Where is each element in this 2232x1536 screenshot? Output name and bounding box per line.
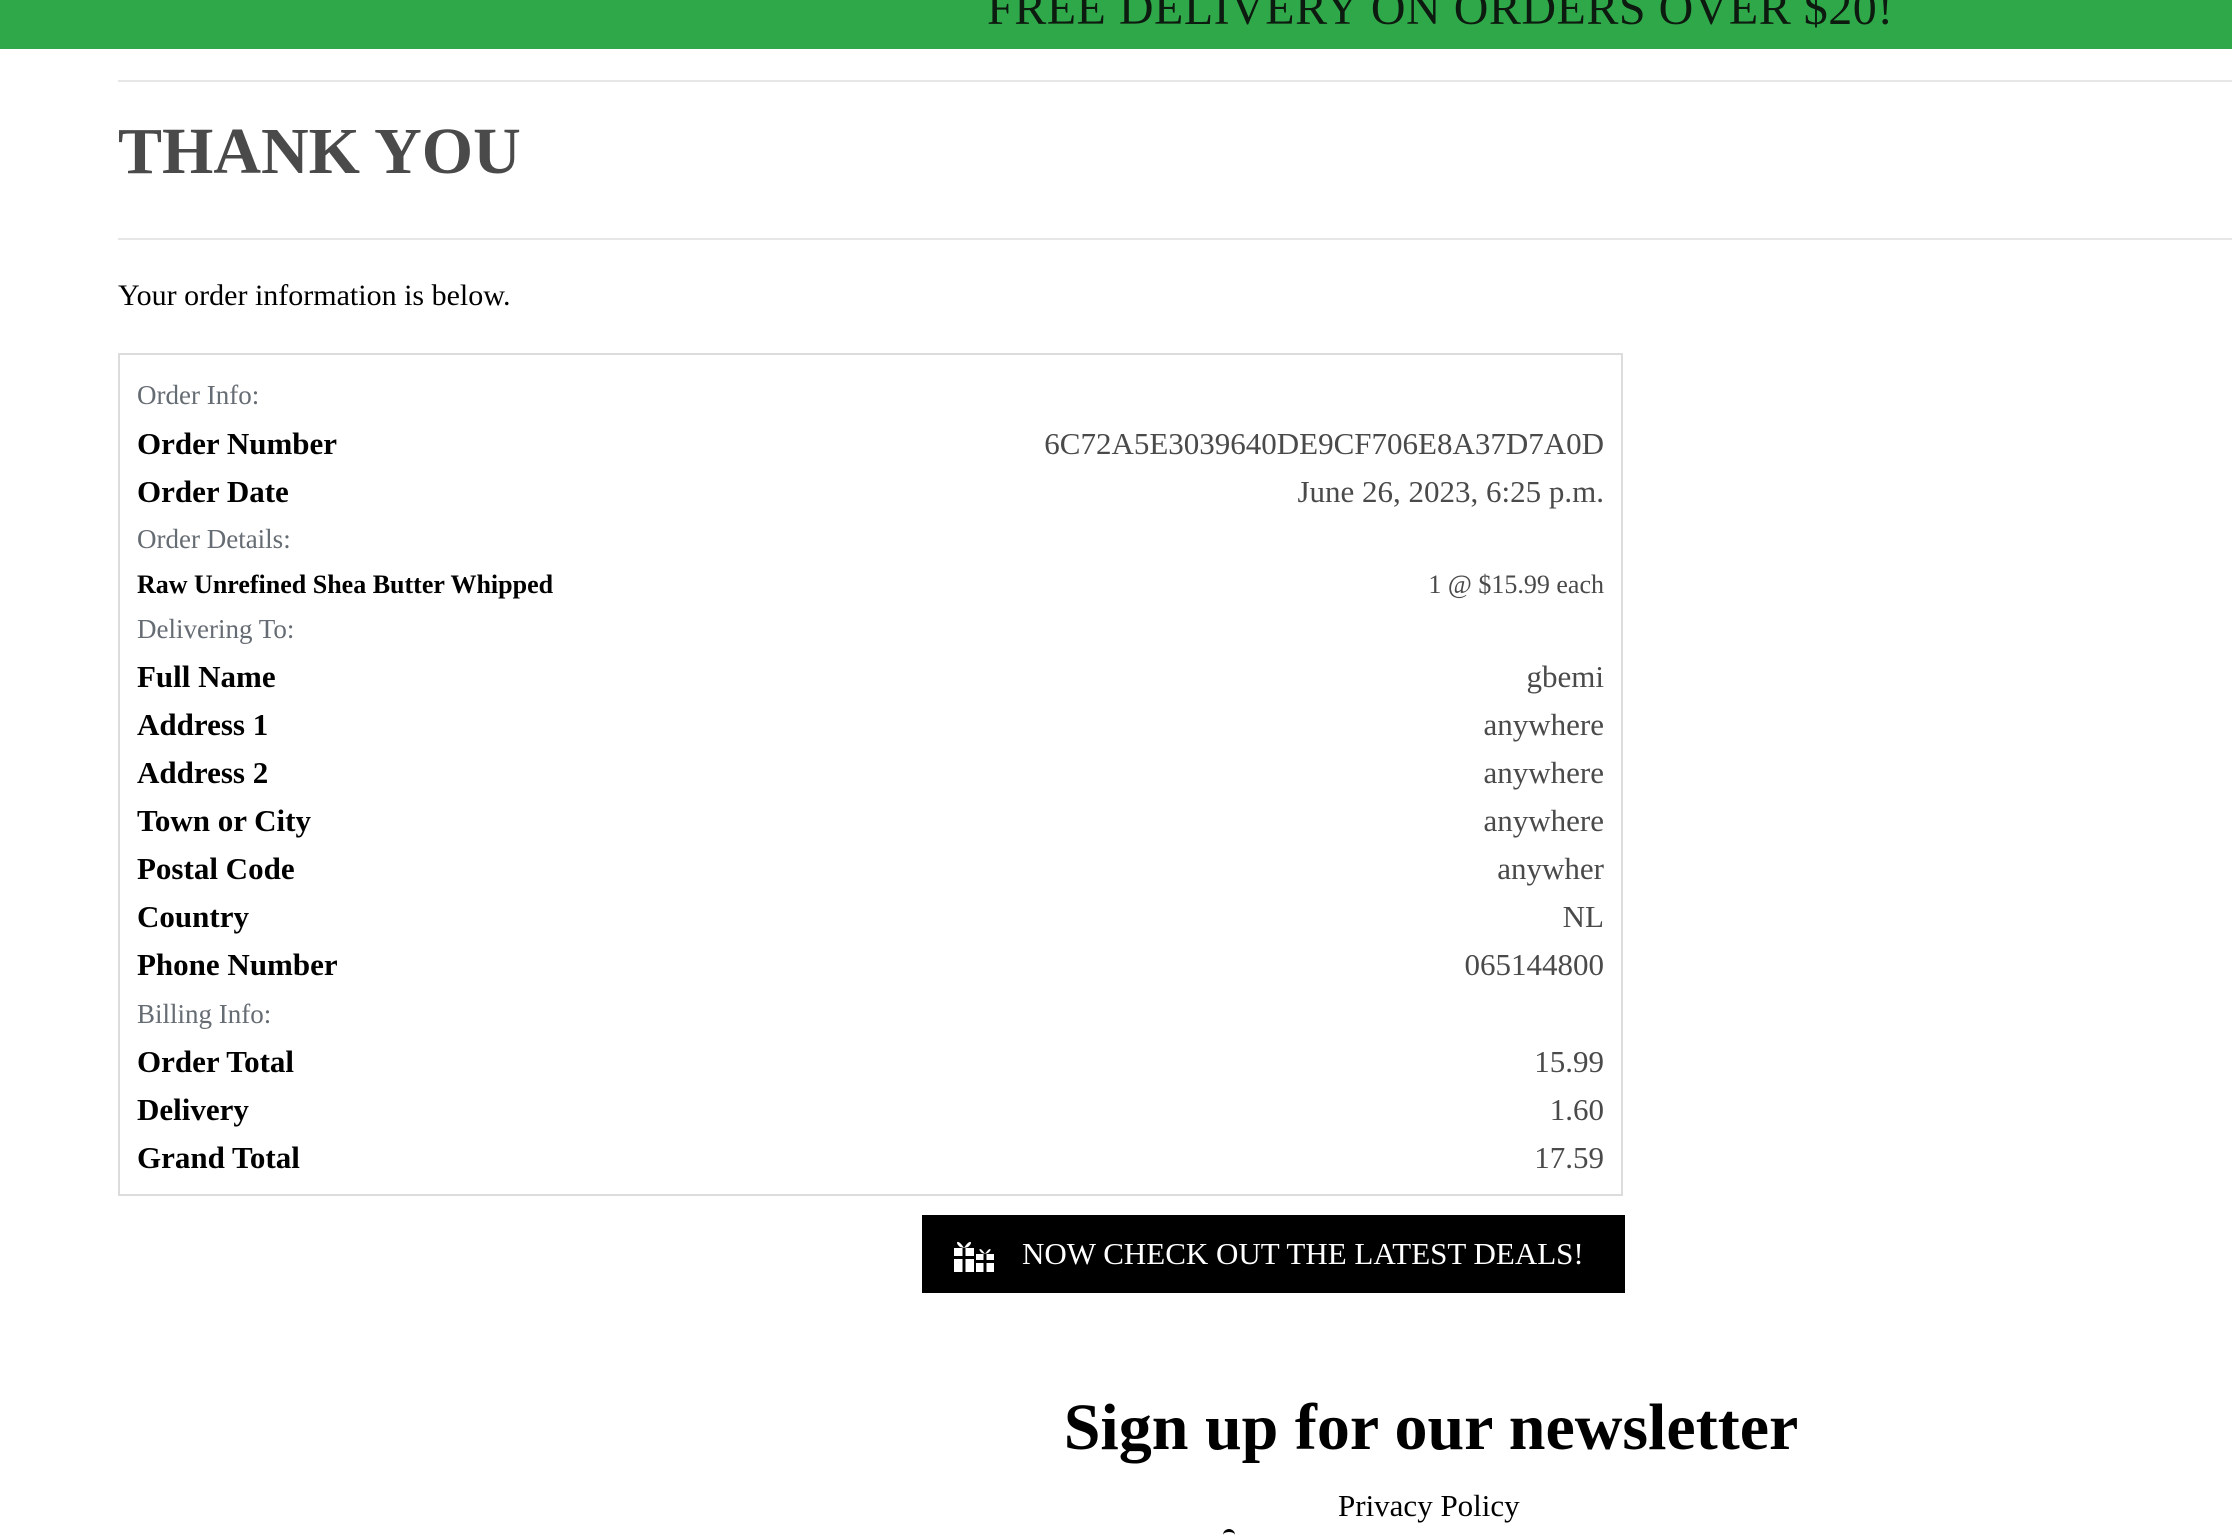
address1-row: Address 1 anywhere bbox=[137, 703, 1604, 747]
order-item-name: Raw Unrefined Shea Butter Whipped bbox=[137, 570, 554, 599]
full-name-value: gbemi bbox=[1526, 659, 1605, 694]
town-value: anywhere bbox=[1483, 803, 1605, 838]
gifts-icon bbox=[952, 1236, 996, 1272]
delivery-row: Delivery 1.60 bbox=[137, 1088, 1604, 1132]
order-item-row: Raw Unrefined Shea Butter Whipped 1 @ $1… bbox=[137, 567, 1604, 603]
banner-text: FREE DELIVERY ON ORDERS OVER $20! bbox=[987, 0, 1894, 35]
order-date-row: Order Date June 26, 2023, 6:25 p.m. bbox=[137, 470, 1604, 514]
delivering-to-heading: Delivering To: bbox=[137, 614, 295, 644]
cropped-element bbox=[1223, 1529, 1235, 1536]
latest-deals-button[interactable]: NOW CHECK OUT THE LATEST DEALS! bbox=[922, 1215, 1625, 1293]
order-total-label: Order Total bbox=[137, 1044, 295, 1079]
title-divider bbox=[118, 238, 2232, 240]
postal-code-row: Postal Code anywher bbox=[137, 847, 1604, 891]
order-summary-card: Order Info: Order Number 6C72A5E3039640D… bbox=[118, 353, 1623, 1196]
postal-code-value: anywher bbox=[1497, 851, 1604, 886]
postal-code-label: Postal Code bbox=[137, 851, 295, 886]
order-item-qty-price: 1 @ $15.99 each bbox=[1428, 570, 1604, 599]
phone-label: Phone Number bbox=[137, 947, 338, 982]
order-number-label: Order Number bbox=[137, 426, 338, 461]
order-number-value: 6C72A5E3039640DE9CF706E8A37D7A0D bbox=[1044, 426, 1604, 461]
order-details-heading: Order Details: bbox=[137, 524, 291, 554]
billing-info-heading: Billing Info: bbox=[137, 999, 272, 1029]
address1-value: anywhere bbox=[1483, 707, 1605, 742]
privacy-policy-link[interactable]: Privacy Policy bbox=[1338, 1486, 1520, 1526]
latest-deals-label: NOW CHECK OUT THE LATEST DEALS! bbox=[1022, 1236, 1584, 1271]
order-date-label: Order Date bbox=[137, 474, 289, 509]
country-row: Country NL bbox=[137, 895, 1604, 939]
page-title: THANK YOU bbox=[118, 115, 521, 188]
order-total-row: Order Total 15.99 bbox=[137, 1040, 1604, 1084]
order-number-row: Order Number 6C72A5E3039640DE9CF706E8A37… bbox=[137, 422, 1604, 466]
town-label: Town or City bbox=[137, 803, 311, 838]
delivery-banner: FREE DELIVERY ON ORDERS OVER $20! bbox=[0, 0, 2232, 49]
town-row: Town or City anywhere bbox=[137, 799, 1604, 843]
delivery-value: 1.60 bbox=[1549, 1092, 1604, 1127]
delivery-label: Delivery bbox=[137, 1092, 249, 1127]
phone-value: 065144800 bbox=[1464, 947, 1605, 982]
order-date-value: June 26, 2023, 6:25 p.m. bbox=[1297, 474, 1604, 509]
address1-label: Address 1 bbox=[137, 707, 269, 742]
grand-total-value: 17.59 bbox=[1534, 1140, 1604, 1175]
grand-total-label: Grand Total bbox=[137, 1140, 300, 1175]
address2-label: Address 2 bbox=[137, 755, 269, 790]
newsletter-title: Sign up for our newsletter bbox=[1063, 1391, 1799, 1464]
country-value: NL bbox=[1562, 899, 1604, 934]
phone-row: Phone Number 065144800 bbox=[137, 943, 1604, 987]
grand-total-row: Grand Total 17.59 bbox=[137, 1136, 1604, 1180]
intro-text: Your order information is below. bbox=[118, 279, 511, 312]
order-info-heading: Order Info: bbox=[137, 380, 260, 410]
top-divider bbox=[118, 80, 2232, 82]
address2-value: anywhere bbox=[1483, 755, 1605, 790]
order-total-value: 15.99 bbox=[1534, 1044, 1604, 1079]
address2-row: Address 2 anywhere bbox=[137, 751, 1604, 795]
full-name-row: Full Name gbemi bbox=[137, 655, 1604, 699]
country-label: Country bbox=[137, 899, 249, 934]
full-name-label: Full Name bbox=[137, 659, 276, 694]
